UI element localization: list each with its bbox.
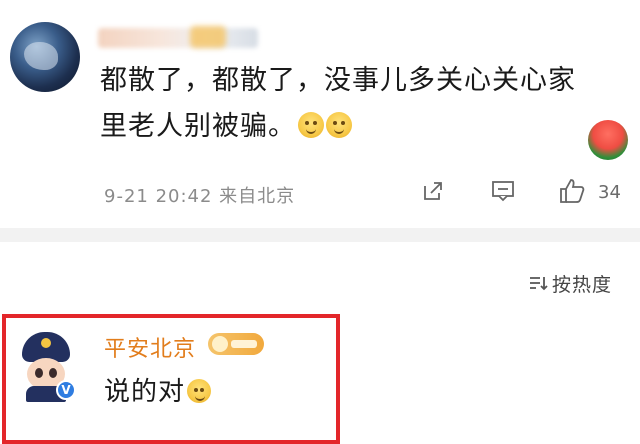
vip-badge-icon xyxy=(208,333,264,355)
verified-icon: V xyxy=(56,380,76,400)
commenter-badge-blurred xyxy=(190,26,226,48)
reply-body: 说的对 xyxy=(104,377,186,407)
comment-text: 都散了，都散了，没事儿多关心关心家里老人别被骗。 xyxy=(100,58,600,150)
thumbs-up-icon[interactable] xyxy=(558,177,586,205)
sort-icon xyxy=(530,277,548,291)
sort-label: 按热度 xyxy=(552,273,613,296)
dog-face-emoji-icon xyxy=(298,112,324,138)
likes-count: 34 xyxy=(598,182,621,203)
commenter-avatar[interactable] xyxy=(10,22,80,92)
comment-timestamp: 9-21 20:42 来自北京 xyxy=(104,186,296,207)
share-icon[interactable] xyxy=(422,180,444,202)
reply-text: 说的对 xyxy=(104,371,212,408)
sort-by-hot-button[interactable]: 按热度 xyxy=(528,270,612,296)
comment-card: 都散了，都散了，没事儿多关心关心家里老人别被骗。 9-21 20:42 来自北京… xyxy=(0,0,640,228)
section-divider xyxy=(0,228,640,242)
commenter-username-blurred[interactable] xyxy=(98,28,258,48)
watermelon-emoji-icon xyxy=(588,120,628,160)
reply-username[interactable]: 平安北京 xyxy=(104,331,196,363)
comment-icon[interactable] xyxy=(491,180,515,202)
dog-face-emoji-icon xyxy=(326,112,352,138)
smile-emoji-icon xyxy=(187,379,212,403)
